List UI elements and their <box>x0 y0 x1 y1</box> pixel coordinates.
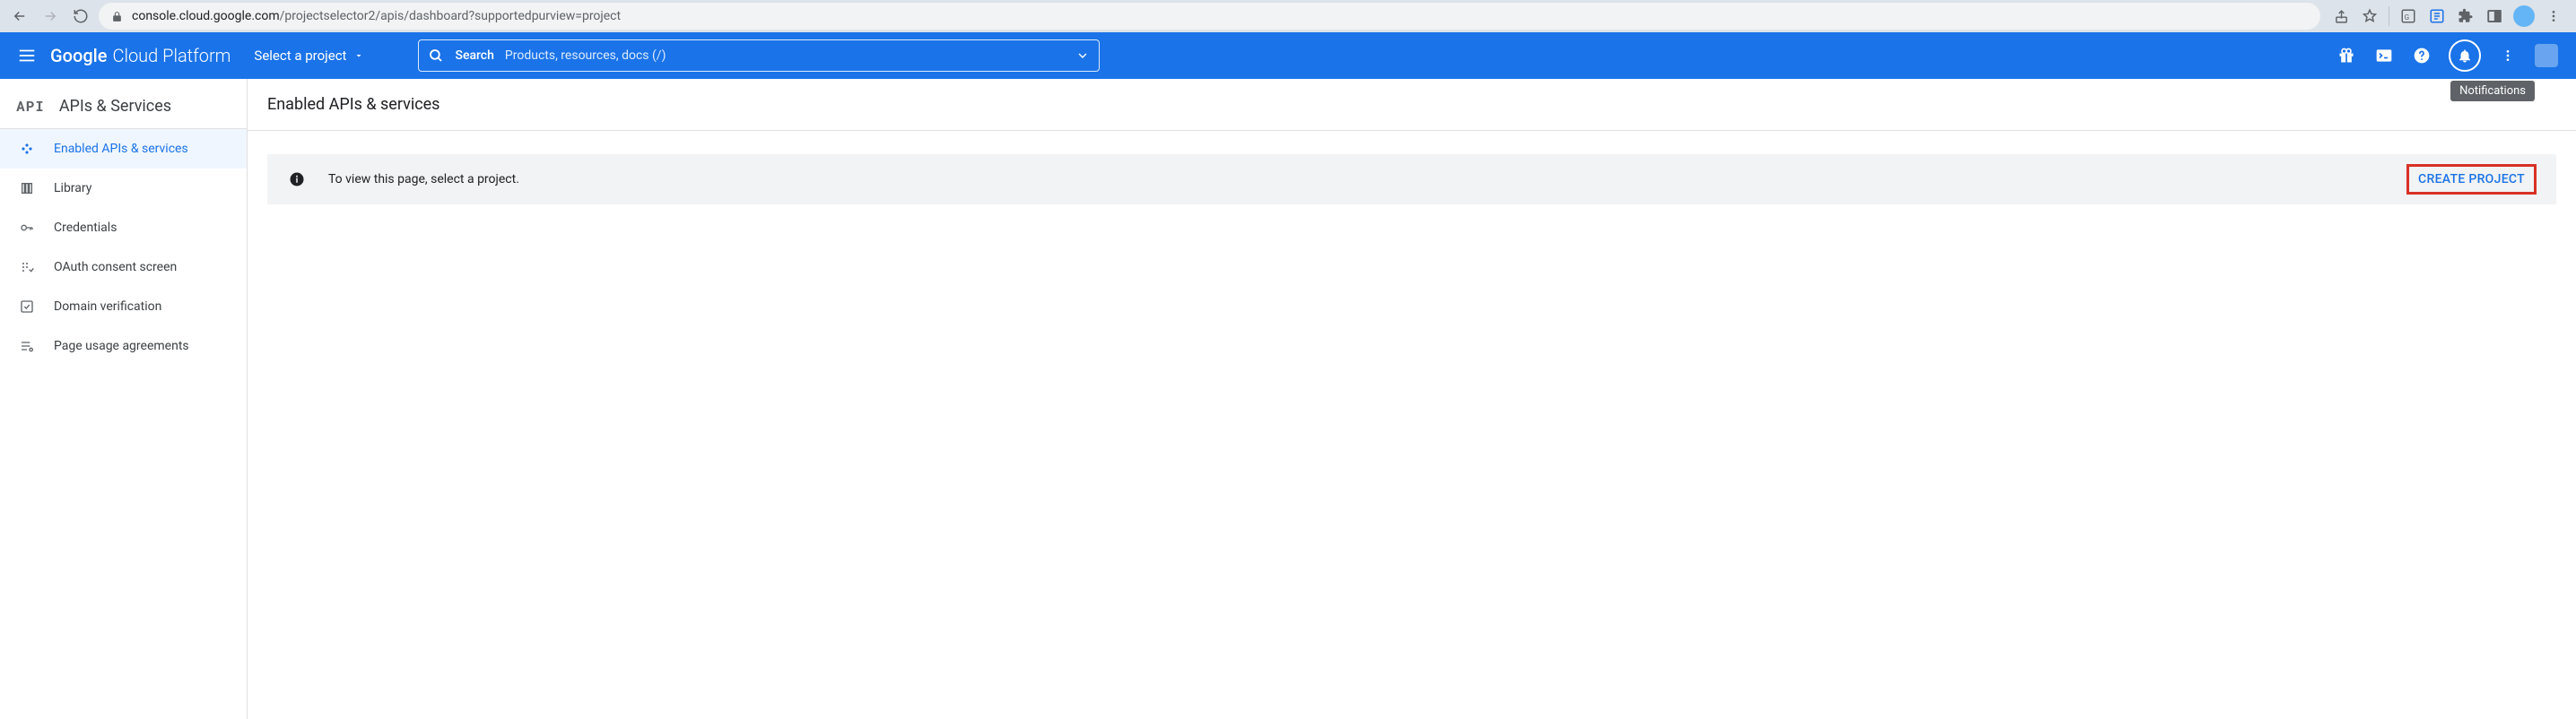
lock-icon <box>111 11 123 22</box>
sidebar-item-label: OAuth consent screen <box>54 260 177 274</box>
chevron-down-icon <box>1075 48 1090 63</box>
reload-button[interactable] <box>68 4 93 29</box>
search-placeholder: Products, resources, docs (/) <box>505 48 1066 63</box>
forward-button[interactable] <box>38 4 63 29</box>
key-icon <box>18 219 36 237</box>
sidebar-item-label: Domain verification <box>54 299 161 314</box>
help-icon[interactable] <box>2411 45 2432 66</box>
sidebar-item-label: Enabled APIs & services <box>54 142 188 156</box>
arrow-right-icon <box>42 8 58 24</box>
extensions-icon[interactable] <box>2456 6 2476 26</box>
star-icon[interactable] <box>2360 6 2380 26</box>
gift-icon[interactable] <box>2336 45 2357 66</box>
sidebar-item-credentials[interactable]: Credentials <box>0 208 247 247</box>
consent-icon <box>18 258 36 276</box>
profile-avatar[interactable] <box>2513 5 2535 27</box>
create-project-button[interactable]: CREATE PROJECT <box>2406 164 2537 195</box>
sidebar-item-label: Credentials <box>54 221 117 235</box>
caret-down-icon <box>353 50 364 61</box>
sidebar-item-oauth[interactable]: OAuth consent screen <box>0 247 247 287</box>
sidebar-item-library[interactable]: Library <box>0 169 247 208</box>
checkbox-icon <box>18 298 36 316</box>
menu-button[interactable] <box>13 41 41 70</box>
browser-chrome: console.cloud.google.com/projectselector… <box>0 0 2576 32</box>
url-path: /projectselector2/apis/dashboard?support… <box>280 9 621 23</box>
url-text: console.cloud.google.com/projectselector… <box>132 9 621 23</box>
sidebar-section-title: APIs & Services <box>59 97 171 116</box>
page-body: API APIs & Services Enabled APIs & servi… <box>0 79 2576 719</box>
search-icon <box>428 48 444 64</box>
address-bar[interactable]: console.cloud.google.com/projectselector… <box>99 3 2320 30</box>
arrow-left-icon <box>12 8 28 24</box>
chrome-actions: G <box>2326 5 2569 27</box>
panel-icon[interactable] <box>2485 6 2504 26</box>
cloud-shell-icon[interactable] <box>2373 45 2395 66</box>
app-extension-icon[interactable] <box>2427 6 2447 26</box>
gcp-logo-rest: Cloud Platform <box>112 45 231 66</box>
banner-message: To view this page, select a project. <box>328 172 2406 186</box>
search-label: Search <box>455 48 493 63</box>
info-icon <box>287 169 307 189</box>
gcp-header-actions <box>2336 39 2563 72</box>
sidebar-item-enabled-apis[interactable]: Enabled APIs & services <box>0 129 247 169</box>
gcp-logo[interactable]: Google Cloud Platform <box>50 45 231 66</box>
notifications-button[interactable] <box>2449 39 2481 72</box>
notifications-tooltip: Notifications <box>2450 81 2535 101</box>
select-project-banner: To view this page, select a project. CRE… <box>267 154 2556 204</box>
gcp-account[interactable] <box>2535 44 2558 67</box>
main-content: Enabled APIs & services To view this pag… <box>248 79 2576 719</box>
sidebar: API APIs & Services Enabled APIs & servi… <box>0 79 248 719</box>
page-title: Enabled APIs & services <box>248 79 2576 131</box>
library-icon <box>18 179 36 197</box>
back-button[interactable] <box>7 4 32 29</box>
search-box[interactable]: Search Products, resources, docs (/) <box>418 39 1100 72</box>
gcp-logo-google: Google <box>50 45 107 66</box>
sidebar-item-label: Page usage agreements <box>54 339 189 353</box>
sidebar-item-domain-verification[interactable]: Domain verification <box>0 287 247 326</box>
gcp-more-icon[interactable] <box>2497 45 2519 66</box>
reload-icon <box>73 8 89 24</box>
agreements-icon <box>18 337 36 355</box>
bell-icon <box>2457 48 2473 64</box>
project-picker[interactable]: Select a project <box>254 48 364 64</box>
diamond-icon <box>18 140 36 158</box>
url-host: console.cloud.google.com <box>132 9 280 23</box>
banner-wrap: To view this page, select a project. CRE… <box>248 131 2576 228</box>
api-logo: API <box>16 97 45 116</box>
gcp-header: Google Cloud Platform Select a project S… <box>0 32 2576 79</box>
sidebar-item-page-usage[interactable]: Page usage agreements <box>0 326 247 366</box>
share-icon[interactable] <box>2331 6 2351 26</box>
project-picker-label: Select a project <box>254 48 346 64</box>
chrome-menu-icon[interactable] <box>2544 6 2563 26</box>
translate-extension-icon[interactable]: G <box>2398 6 2418 26</box>
svg-text:G: G <box>2405 13 2410 22</box>
sidebar-item-label: Library <box>54 181 91 195</box>
sidebar-header[interactable]: API APIs & Services <box>0 84 247 129</box>
hamburger-icon <box>17 46 37 65</box>
